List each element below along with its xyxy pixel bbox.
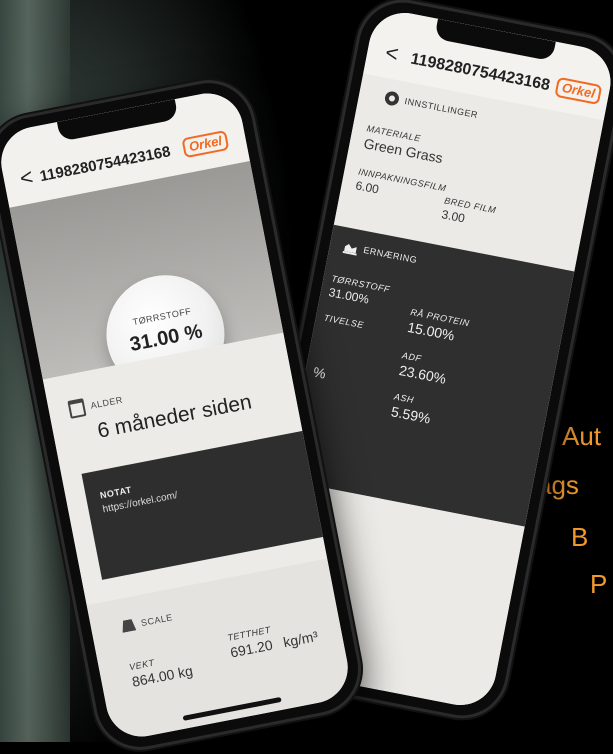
alder-heading: ALDER — [67, 391, 124, 419]
orkel-logo: Orkel — [181, 129, 230, 159]
ash-value: 5.59% — [389, 403, 432, 427]
adf-value: 23.60% — [397, 362, 448, 387]
bred-film-value: 3.00 — [440, 207, 467, 226]
caption-line-1: Aut — [562, 421, 602, 451]
nutrition-section: ERNÆRING TØRRSTOFF 31.00% TIVELSE RÅ PRO… — [284, 224, 575, 527]
tetthet-unit: kg/m³ — [281, 627, 320, 651]
back-chevron-icon[interactable]: < — [18, 164, 36, 192]
caption-line-3: B — [571, 522, 589, 552]
settings-heading-label: INNSTILLINGER — [403, 96, 479, 121]
back-chevron-icon[interactable]: < — [383, 40, 400, 68]
gear-icon — [383, 90, 401, 107]
orkel-logo: Orkel — [554, 76, 603, 106]
notat-label: NOTAT — [99, 484, 133, 501]
scale-heading: SCALE — [120, 611, 173, 633]
partial-percent: % — [311, 363, 328, 382]
home-indicator[interactable] — [182, 697, 282, 721]
tivelse-label: TIVELSE — [322, 312, 365, 331]
chart-icon — [342, 239, 360, 256]
nutrition-heading-label: ERNÆRING — [362, 244, 419, 266]
nutrition-heading: ERNÆRING — [342, 239, 419, 267]
note-card[interactable]: NOTAT https://orkel.com/ — [81, 430, 324, 580]
caption-line-4: P — [590, 569, 608, 599]
settings-heading: INNSTILLINGER — [383, 90, 479, 122]
calendar-icon — [67, 398, 87, 419]
innpakningsfilm-value: 6.00 — [354, 178, 381, 197]
age-section: ALDER 6 måneder siden NOTAT https://orke… — [42, 332, 328, 606]
alder-label: ALDER — [89, 394, 124, 411]
weight-icon — [120, 618, 136, 632]
scale-label: SCALE — [140, 612, 174, 629]
